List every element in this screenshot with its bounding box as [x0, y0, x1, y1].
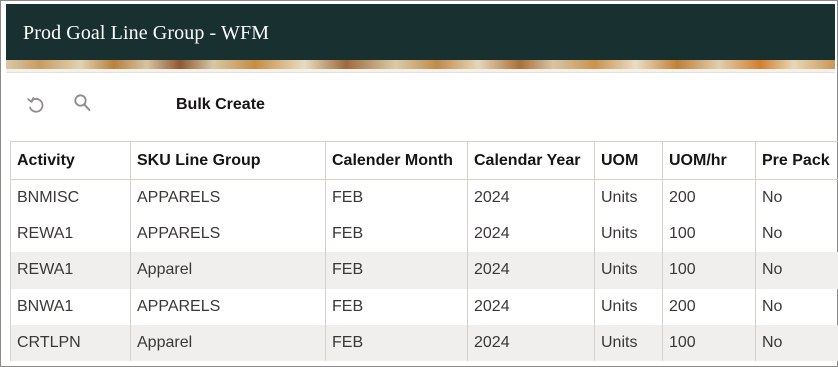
cell-calender-month: FEB — [325, 288, 468, 326]
cell-calender-month: FEB — [325, 215, 468, 253]
cell-calendar-year: 2024 — [467, 215, 595, 253]
column-header-calendar-year[interactable]: Calendar Year — [467, 141, 595, 180]
cell-uom: Units — [594, 179, 663, 216]
cell-uom: Units — [594, 215, 663, 253]
cell-calendar-year: 2024 — [467, 288, 595, 326]
page-title: Prod Goal Line Group - WFM — [23, 22, 270, 44]
cell-uom-hr: 100 — [662, 215, 756, 253]
cell-uom: Units — [594, 288, 663, 326]
cell-activity: CRTLPN — [10, 325, 131, 362]
table-row[interactable]: BNWA1 APPARELS FEB 2024 Units 200 No — [10, 288, 838, 326]
column-header-sku-line-group[interactable]: SKU Line Group — [130, 141, 326, 180]
goal-line-table: Activity SKU Line Group Calender Month C… — [10, 141, 838, 362]
refresh-icon[interactable] — [24, 93, 48, 117]
column-header-uom-hr[interactable]: UOM/hr — [662, 141, 756, 180]
table-row[interactable]: CRTLPN Apparel FEB 2024 Units 100 No — [10, 325, 838, 362]
cell-pre-pack: No — [755, 215, 838, 253]
cell-activity: BNMISC — [10, 179, 131, 216]
cell-sku-line-group: APPARELS — [130, 215, 326, 253]
cell-pre-pack: No — [755, 325, 838, 362]
cell-activity: REWA1 — [10, 215, 131, 253]
cell-calender-month: FEB — [325, 325, 468, 362]
page-header: Prod Goal Line Group - WFM — [6, 4, 835, 60]
table-header-row: Activity SKU Line Group Calender Month C… — [10, 141, 838, 180]
cell-sku-line-group: Apparel — [130, 325, 326, 362]
column-header-uom[interactable]: UOM — [594, 141, 663, 180]
cell-uom-hr: 200 — [662, 288, 756, 326]
cell-uom-hr: 100 — [662, 252, 756, 289]
cell-calendar-year: 2024 — [467, 179, 595, 216]
table-row[interactable]: REWA1 Apparel FEB 2024 Units 100 No — [10, 252, 838, 289]
app-window: Prod Goal Line Group - WFM Bulk Create A… — [0, 0, 838, 367]
cell-uom: Units — [594, 325, 663, 362]
table-row[interactable]: REWA1 APPARELS FEB 2024 Units 100 No — [10, 215, 838, 253]
cell-sku-line-group: Apparel — [130, 252, 326, 289]
cell-calendar-year: 2024 — [467, 252, 595, 289]
cell-calendar-year: 2024 — [467, 325, 595, 362]
cell-activity: BNWA1 — [10, 288, 131, 326]
search-icon[interactable] — [71, 91, 95, 115]
cell-sku-line-group: APPARELS — [130, 288, 326, 326]
table-row[interactable]: BNMISC APPARELS FEB 2024 Units 200 No — [10, 179, 838, 216]
column-header-calender-month[interactable]: Calender Month — [325, 141, 468, 180]
cell-pre-pack: No — [755, 288, 838, 326]
toolbar: Bulk Create — [6, 85, 835, 125]
column-header-pre-pack[interactable]: Pre Pack — [755, 141, 838, 180]
column-header-activity[interactable]: Activity — [10, 141, 131, 180]
cell-calender-month: FEB — [325, 179, 468, 216]
cell-activity: REWA1 — [10, 252, 131, 289]
banner-divider — [6, 69, 835, 73]
cell-uom-hr: 100 — [662, 325, 756, 362]
header-banner — [6, 60, 835, 69]
cell-uom: Units — [594, 252, 663, 289]
cell-sku-line-group: APPARELS — [130, 179, 326, 216]
cell-pre-pack: No — [755, 252, 838, 289]
bulk-create-button[interactable]: Bulk Create — [176, 96, 265, 114]
cell-calender-month: FEB — [325, 252, 468, 289]
cell-uom-hr: 200 — [662, 179, 756, 216]
cell-pre-pack: No — [755, 179, 838, 216]
